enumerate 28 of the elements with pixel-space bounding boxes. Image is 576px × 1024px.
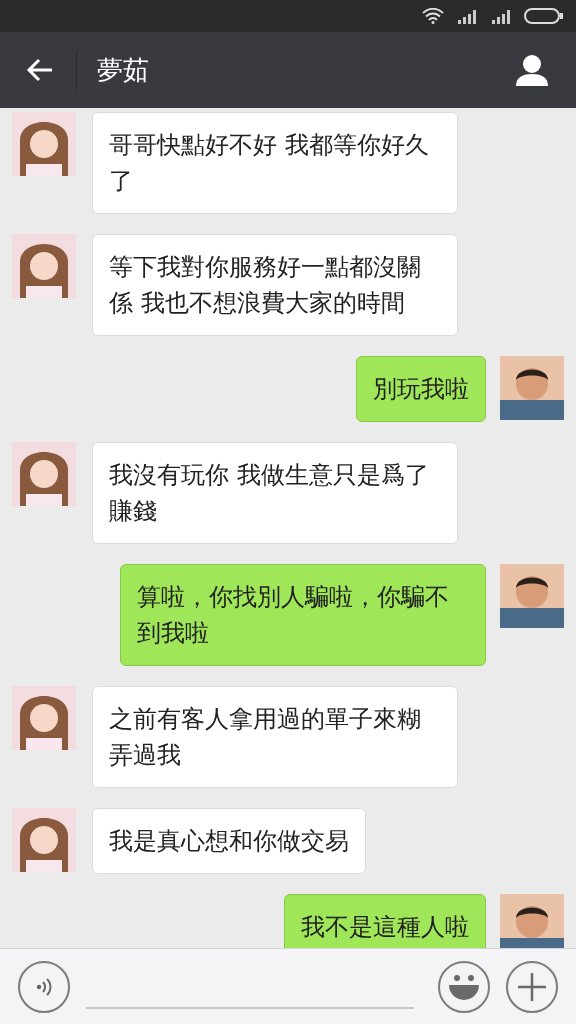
avatar <box>500 564 564 628</box>
avatar <box>12 112 76 176</box>
avatar <box>500 356 564 420</box>
battery-icon <box>524 8 564 24</box>
signal-icon <box>490 8 512 24</box>
avatar <box>12 808 76 872</box>
message-bubble: 哥哥快點好不好 我都等你好久了 <box>92 112 458 214</box>
message-bubble: 我沒有玩你 我做生意只是爲了賺錢 <box>92 442 458 544</box>
message-bubble: 別玩我啦 <box>356 356 486 422</box>
emoji-button[interactable] <box>438 960 490 1013</box>
plus-icon <box>517 971 547 1002</box>
add-button[interactable] <box>506 960 558 1013</box>
message-bubble: 之前有客人拿用過的單子來糊弄過我 <box>92 686 458 788</box>
avatar <box>500 894 564 948</box>
signal-icon <box>456 8 478 24</box>
voice-icon <box>34 975 54 998</box>
avatar <box>12 442 76 506</box>
message-bubble: 我是真心想和你做交易 <box>92 808 366 874</box>
chat-title: 夢茹 <box>97 53 150 87</box>
avatar <box>12 686 76 750</box>
avatar <box>12 234 76 298</box>
back-arrow-icon <box>26 58 54 82</box>
wifi-icon <box>422 8 444 24</box>
voice-button[interactable] <box>18 960 70 1013</box>
message-bubble: 算啦，你找別人騙啦，你騙不到我啦 <box>120 564 486 666</box>
message-bubble: 我不是這種人啦 <box>284 894 486 948</box>
message-bubble: 等下我對你服務好一點都沒關係 我也不想浪費大家的時間 <box>92 234 458 336</box>
person-icon <box>515 54 549 86</box>
